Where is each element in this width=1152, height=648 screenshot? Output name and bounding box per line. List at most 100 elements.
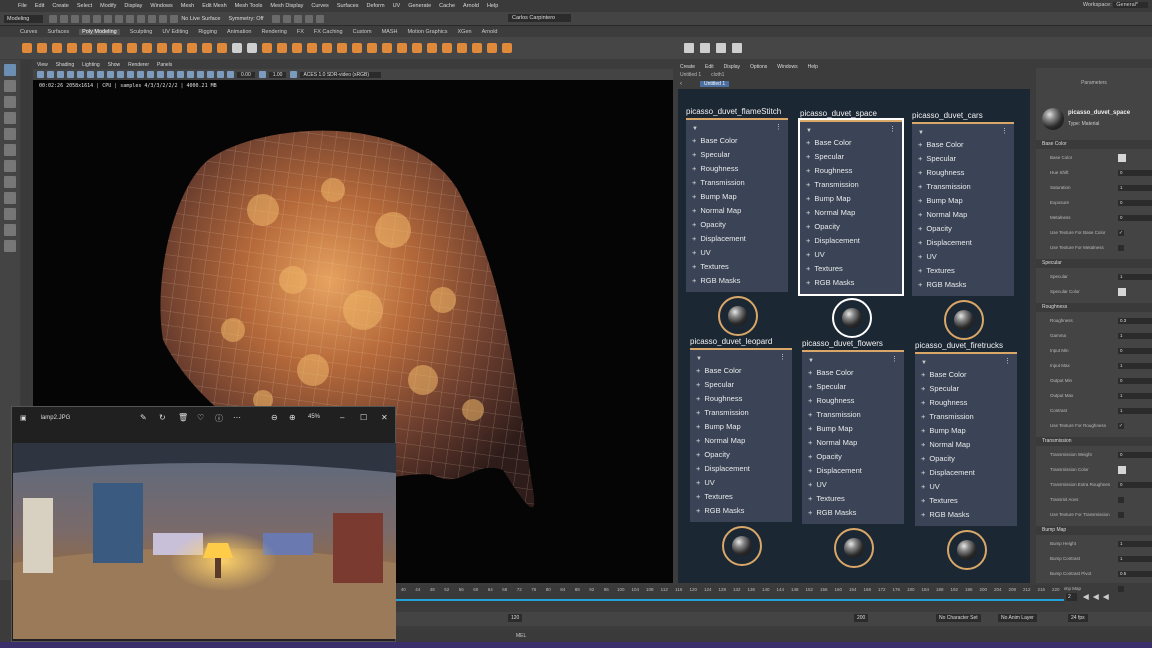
cylinder-primitive-icon[interactable]	[52, 43, 62, 53]
render-settings-icon[interactable]	[293, 14, 302, 23]
favorite-icon[interactable]: ♡	[197, 413, 204, 422]
viewport-menu-view[interactable]: View	[37, 62, 48, 68]
redo-icon[interactable]	[93, 14, 102, 23]
shelf-tab-motion-graphics[interactable]: Motion Graphics	[407, 29, 447, 35]
material-node-body[interactable]: ▼⋮ Base ColorSpecularRoughnessTransmissio…	[915, 352, 1017, 526]
menu-create[interactable]: Create	[52, 3, 69, 9]
channel-transmission[interactable]: Transmission	[918, 180, 1014, 194]
value-field[interactable]: 0	[1118, 378, 1152, 384]
channel-base-color[interactable]: Base Color	[918, 138, 1014, 152]
view-transform-dropdown[interactable]: ACES 1.0 SDR-video (sRGB)	[300, 71, 382, 78]
channel-textures[interactable]: Textures	[918, 264, 1014, 278]
safe-action-icon[interactable]	[127, 71, 134, 78]
node-options-icon[interactable]: ⋮	[779, 353, 786, 361]
checkbox[interactable]	[1118, 512, 1124, 518]
value-field[interactable]: 0	[1118, 170, 1152, 176]
channel-specular[interactable]: Specular	[808, 380, 904, 394]
channel-transmission[interactable]: Transmission	[921, 410, 1017, 424]
svg-tool-icon[interactable]	[187, 43, 197, 53]
channel-roughness[interactable]: Roughness	[696, 392, 792, 406]
channel-transmission[interactable]: Transmission	[696, 406, 792, 420]
shelf-tab-custom[interactable]: Custom	[353, 29, 372, 35]
menu-generate[interactable]: Generate	[408, 3, 431, 9]
channel-normal-map[interactable]: Normal Map	[918, 208, 1014, 222]
select-tool-icon[interactable]	[4, 64, 16, 76]
menu-cache[interactable]: Cache	[439, 3, 455, 9]
collapse-arrow-icon[interactable]: ▼	[692, 126, 788, 134]
material-node[interactable]: picasso_duvet_cars ▼⋮ Base ColorSpecularRo…	[912, 111, 1014, 296]
image-plane-icon[interactable]	[67, 71, 74, 78]
new-scene-icon[interactable]	[49, 14, 58, 23]
viewport-menu-show[interactable]: Show	[108, 62, 121, 68]
channel-roughness[interactable]: Roughness	[692, 162, 788, 176]
workspace-value[interactable]: General*	[1113, 2, 1148, 8]
channel-uv[interactable]: UV	[696, 476, 792, 490]
lights-icon[interactable]	[167, 71, 174, 78]
menu-deform[interactable]: Deform	[367, 3, 385, 9]
color-management-icon[interactable]	[290, 71, 298, 78]
channel-roughness[interactable]: Roughness	[806, 164, 902, 178]
hypershade-icon[interactable]	[304, 14, 313, 23]
isolate-select-icon[interactable]	[197, 71, 204, 78]
render-view-icon[interactable]	[315, 14, 324, 23]
channel-opacity[interactable]: Opacity	[918, 222, 1014, 236]
viewport-menu-renderer[interactable]: Renderer	[128, 62, 149, 68]
resolution-gate-icon[interactable]	[97, 71, 104, 78]
channel-rgb-masks[interactable]: RGB Masks	[918, 278, 1014, 292]
checkbox[interactable]	[1118, 497, 1124, 503]
channel-opacity[interactable]: Opacity	[808, 450, 904, 464]
menu-select[interactable]: Select	[77, 3, 92, 9]
channel-textures[interactable]: Textures	[806, 262, 902, 276]
current-graph-tab[interactable]: Untitled 1	[700, 80, 730, 87]
material-node-body[interactable]: ▼⋮ Base ColorSpecularRoughnessTransmissio…	[912, 122, 1014, 296]
torus-primitive-icon[interactable]	[82, 43, 92, 53]
node-options-icon[interactable]: ⋮	[1001, 127, 1008, 135]
wireframe-icon[interactable]	[137, 71, 144, 78]
snap-curve-icon[interactable]	[148, 14, 157, 23]
hypershade-menu-windows[interactable]: Windows	[777, 64, 797, 70]
menu-help[interactable]: Help	[487, 3, 498, 9]
material-node[interactable]: picasso_duvet_firetrucks ▼⋮ Base ColorSpec…	[915, 341, 1017, 526]
material-node[interactable]: picasso_duvet_leopard ▼⋮ Base ColorSpecula…	[690, 337, 792, 522]
cube-primitive-icon[interactable]	[37, 43, 47, 53]
exposure-icon[interactable]	[227, 71, 234, 78]
menu-file[interactable]: File	[18, 3, 27, 9]
checkbox[interactable]: ✓	[1118, 423, 1124, 429]
mirror-icon[interactable]	[232, 43, 242, 53]
hypershade-menu-help[interactable]: Help	[808, 64, 818, 70]
snap-point-icon[interactable]	[159, 14, 168, 23]
checkbox[interactable]: ✓	[1118, 230, 1124, 236]
shelf-tab-sculpting[interactable]: Sculpting	[130, 29, 153, 35]
move-tool-icon[interactable]	[4, 112, 16, 124]
channel-bump-map[interactable]: Bump Map	[808, 422, 904, 436]
back-arrow-icon[interactable]: ‹	[680, 81, 682, 87]
channel-specular[interactable]: Specular	[696, 378, 792, 392]
collapse-arrow-icon[interactable]: ▼	[918, 130, 1014, 138]
menu-uv[interactable]: UV	[393, 3, 401, 9]
cone-primitive-icon[interactable]	[67, 43, 77, 53]
material-preview-node[interactable]	[722, 526, 762, 566]
shelf-tab-fx-caching[interactable]: FX Caching	[314, 29, 343, 35]
channel-transmission[interactable]: Transmission	[806, 178, 902, 192]
live-surface-label[interactable]: No Live Surface	[181, 16, 220, 22]
value-field[interactable]: 0	[1118, 348, 1152, 354]
viewport-menu-lighting[interactable]: Lighting	[82, 62, 100, 68]
shelf-tab-rigging[interactable]: Rigging	[198, 29, 217, 35]
menu-mesh-display[interactable]: Mesh Display	[270, 3, 303, 9]
edit-icon[interactable]: ✎	[140, 413, 147, 422]
channel-rgb-masks[interactable]: RGB Masks	[808, 506, 904, 520]
material-preview-node[interactable]	[832, 298, 872, 338]
channel-specular[interactable]: Specular	[806, 150, 902, 164]
field-chart-icon[interactable]	[117, 71, 124, 78]
channel-displacement[interactable]: Displacement	[918, 236, 1014, 250]
plane-primitive-icon[interactable]	[97, 43, 107, 53]
gamma-field[interactable]: 1.00	[268, 71, 287, 78]
channel-opacity[interactable]: Opacity	[696, 448, 792, 462]
channel-roughness[interactable]: Roughness	[808, 394, 904, 408]
shelf-tab-xgen[interactable]: XGen	[458, 29, 472, 35]
workspace-selector[interactable]: Workspace: General*	[1083, 2, 1148, 8]
value-field[interactable]: 1	[1118, 393, 1152, 399]
separate-icon[interactable]	[217, 43, 227, 53]
channel-rgb-masks[interactable]: RGB Masks	[806, 276, 902, 290]
user-account-dropdown[interactable]: Carlos Carpintero	[508, 14, 572, 22]
